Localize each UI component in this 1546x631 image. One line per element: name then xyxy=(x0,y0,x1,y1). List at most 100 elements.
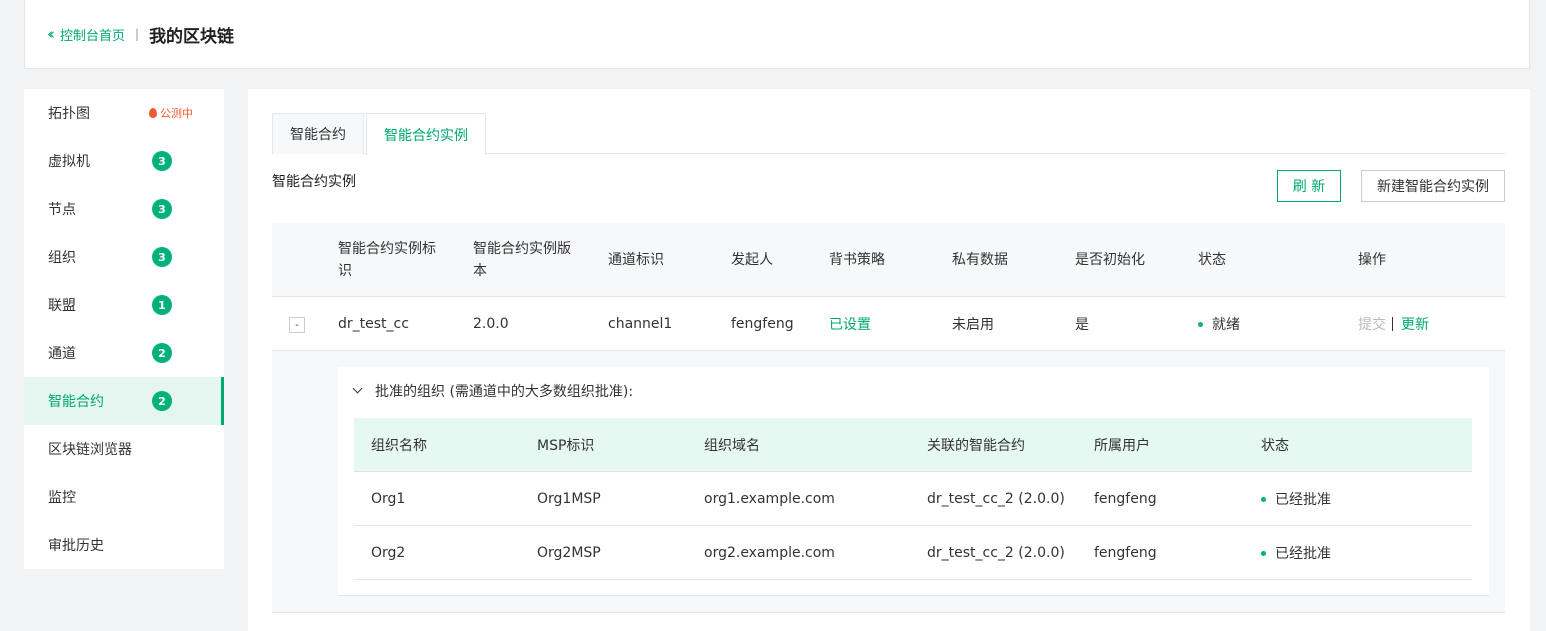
sidebar-item-label: 组织 xyxy=(48,250,76,266)
cell-channel: channel1 xyxy=(608,316,673,332)
cell-user: fengfeng xyxy=(1094,491,1157,507)
update-button[interactable]: 更新 xyxy=(1401,314,1429,334)
chevron-down-icon xyxy=(352,383,363,393)
cell-status: 就绪 xyxy=(1198,297,1240,351)
approval-panel: 批准的组织 (需通道中的大多数组织批准): 组织名称 MSP标识 组织域名 关联… xyxy=(338,367,1489,596)
back-link[interactable]: ‹‹ 控制台首页 xyxy=(47,25,125,44)
tab-bar: 智能合约 智能合约实例 xyxy=(272,113,1505,155)
cell-status: 已经批准 xyxy=(1261,526,1331,580)
sidebar-item-label: 审批历史 xyxy=(48,538,104,554)
approval-table-header: 组织名称 MSP标识 组织域名 关联的智能合约 所属用户 状态 xyxy=(354,418,1472,472)
breadcrumb-separator: | xyxy=(135,27,140,41)
cell-version: 2.0.0 xyxy=(473,316,509,332)
sidebar-item-label: 节点 xyxy=(48,202,76,218)
column-header: 关联的智能合约 xyxy=(927,438,1025,454)
status-text: 就绪 xyxy=(1212,317,1240,333)
status-dot-icon xyxy=(1261,496,1266,502)
instances-table: 智能合约实例标识 智能合约实例版本 通道标识 发起人 背书策略 私有数据 是否初… xyxy=(272,223,1505,613)
status-dot-icon xyxy=(1198,321,1203,327)
table-row: Org1 Org1MSP org1.example.com dr_test_cc… xyxy=(354,472,1472,526)
beta-badge: 公测中 xyxy=(149,105,193,121)
approval-panel-title: 批准的组织 (需通道中的大多数组织批准): xyxy=(375,384,634,400)
status-text: 已经批准 xyxy=(1275,492,1331,508)
column-header: 是否初始化 xyxy=(1075,252,1145,268)
column-header: 状态 xyxy=(1198,252,1226,268)
sidebar-item-topology[interactable]: 拓扑图 公测中 xyxy=(24,89,224,137)
count-badge: 3 xyxy=(152,247,172,267)
count-badge: 2 xyxy=(152,391,172,411)
endorsement-link[interactable]: 已设置 xyxy=(829,297,871,351)
sidebar-item-consortium[interactable]: 联盟 1 xyxy=(24,281,224,329)
sidebar-item-approval-history[interactable]: 审批历史 xyxy=(24,521,224,569)
sidebar-item-nodes[interactable]: 节点 3 xyxy=(24,185,224,233)
page-header: ‹‹ 控制台首页 | 我的区块链 xyxy=(24,0,1530,69)
count-badge: 3 xyxy=(152,151,172,171)
sidebar-item-label: 通道 xyxy=(48,346,76,362)
column-header: 背书策略 xyxy=(829,252,885,268)
column-header: 所属用户 xyxy=(1094,438,1150,454)
expanded-row-detail: 批准的组织 (需通道中的大多数组织批准): 组织名称 MSP标识 组织域名 关联… xyxy=(272,351,1505,613)
cell-msp-id: Org2MSP xyxy=(537,545,601,561)
cell-private-data: 未启用 xyxy=(952,317,994,333)
cell-initialized: 是 xyxy=(1075,317,1089,333)
sidebar-item-label: 智能合约 xyxy=(48,394,104,410)
sidebar-item-smart-contracts[interactable]: 智能合约 2 xyxy=(24,377,224,425)
table-header: 智能合约实例标识 智能合约实例版本 通道标识 发起人 背书策略 私有数据 是否初… xyxy=(272,223,1505,297)
sidebar-item-label: 拓扑图 xyxy=(48,106,90,122)
fire-icon xyxy=(149,108,157,118)
refresh-button[interactable]: 刷 新 xyxy=(1277,170,1341,202)
sidebar-item-vm[interactable]: 虚拟机 3 xyxy=(24,137,224,185)
sidebar-item-label: 虚拟机 xyxy=(48,154,90,170)
sidebar-item-label: 区块链浏览器 xyxy=(48,442,132,458)
cell-instance-id: dr_test_cc xyxy=(338,316,409,332)
cell-actions: 提交 更新 xyxy=(1358,297,1429,351)
sidebar-item-label: 监控 xyxy=(48,490,76,506)
back-link-label: 控制台首页 xyxy=(60,28,126,44)
column-header: 组织名称 xyxy=(371,438,427,454)
action-divider xyxy=(1392,317,1393,331)
count-badge: 1 xyxy=(152,295,172,315)
cell-org-domain: org1.example.com xyxy=(704,491,835,507)
approval-table: 组织名称 MSP标识 组织域名 关联的智能合约 所属用户 状态 Org1 Org… xyxy=(354,418,1472,580)
column-header: MSP标识 xyxy=(537,438,595,454)
sidebar-item-explorer[interactable]: 区块链浏览器 xyxy=(24,425,224,473)
new-instance-button[interactable]: 新建智能合约实例 xyxy=(1361,170,1505,202)
tab-smart-contract-instances[interactable]: 智能合约实例 xyxy=(366,113,486,155)
double-chevron-left-icon: ‹‹ xyxy=(47,25,55,43)
cell-initiator: fengfeng xyxy=(731,316,794,332)
status-text: 已经批准 xyxy=(1275,546,1331,562)
column-header: 智能合约实例版本 xyxy=(473,241,571,279)
approval-panel-toggle[interactable]: 批准的组织 (需通道中的大多数组织批准): xyxy=(352,381,634,401)
sidebar-item-orgs[interactable]: 组织 3 xyxy=(24,233,224,281)
table-row: Org2 Org2MSP org2.example.com dr_test_cc… xyxy=(354,526,1472,580)
sidebar-item-label: 联盟 xyxy=(48,298,76,314)
column-header: 发起人 xyxy=(731,252,773,268)
sidebar-item-monitor[interactable]: 监控 xyxy=(24,473,224,521)
column-header: 组织域名 xyxy=(704,438,760,454)
sidebar-item-channels[interactable]: 通道 2 xyxy=(24,329,224,377)
cell-org-domain: org2.example.com xyxy=(704,545,835,561)
section-title: 智能合约实例 xyxy=(272,174,356,190)
column-header: 私有数据 xyxy=(952,252,1008,268)
column-header: 操作 xyxy=(1358,252,1386,268)
collapse-row-button[interactable]: - xyxy=(289,317,305,333)
beta-badge-label: 公测中 xyxy=(160,107,193,120)
table-row: - dr_test_cc 2.0.0 channel1 fengfeng 已设置… xyxy=(272,297,1505,351)
main-panel: 智能合约 智能合约实例 智能合约实例 刷 新 新建智能合约实例 智能合约实例标识… xyxy=(248,89,1530,631)
page-title: 我的区块链 xyxy=(149,26,235,47)
panel-divider xyxy=(338,595,1489,596)
submit-button[interactable]: 提交 xyxy=(1358,314,1386,334)
sidebar: 拓扑图 公测中 虚拟机 3 节点 3 组织 3 联盟 1 通道 2 智能合约 2… xyxy=(24,89,224,569)
column-header: 状态 xyxy=(1261,438,1289,454)
status-dot-icon xyxy=(1261,550,1266,556)
cell-org-name: Org2 xyxy=(371,545,406,561)
column-header: 通道标识 xyxy=(608,252,664,268)
cell-msp-id: Org1MSP xyxy=(537,491,601,507)
count-badge: 3 xyxy=(152,199,172,219)
cell-user: fengfeng xyxy=(1094,545,1157,561)
count-badge: 2 xyxy=(152,343,172,363)
cell-contract: dr_test_cc_2 (2.0.0) xyxy=(927,545,1065,561)
cell-org-name: Org1 xyxy=(371,491,406,507)
tab-smart-contracts[interactable]: 智能合约 xyxy=(272,113,364,154)
cell-contract: dr_test_cc_2 (2.0.0) xyxy=(927,491,1065,507)
